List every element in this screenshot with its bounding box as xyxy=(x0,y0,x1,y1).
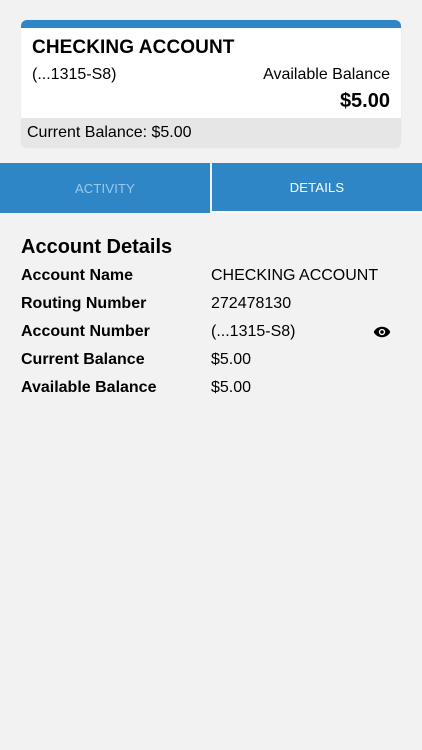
detail-row-current-balance: Current Balance $5.00 xyxy=(21,348,401,372)
detail-value: $5.00 xyxy=(211,379,252,396)
account-card[interactable]: CHECKING ACCOUNT (...1315-S8) Available … xyxy=(21,20,401,148)
detail-label: Current Balance xyxy=(21,351,145,368)
detail-row-available-balance: Available Balance $5.00 xyxy=(21,376,401,400)
detail-value: $5.00 xyxy=(211,351,252,368)
card-accent-bar xyxy=(21,20,401,28)
detail-value: 272478130 xyxy=(211,295,292,312)
tab-activity[interactable]: ACTIVITY xyxy=(0,163,210,213)
current-balance-footer: Current Balance: $5.00 xyxy=(21,118,401,148)
detail-row-account-number: Account Number (...1315-S8) xyxy=(21,320,401,344)
detail-label: Account Number xyxy=(21,323,150,340)
detail-value: (...1315-S8) xyxy=(211,323,296,340)
tab-bar: ACTIVITY DETAILS xyxy=(0,163,422,213)
available-balance-label: Available Balance xyxy=(263,66,390,83)
section-title: Account Details xyxy=(21,236,173,258)
available-balance-amount: $5.00 xyxy=(339,90,390,112)
detail-row-account-name: Account Name CHECKING ACCOUNT xyxy=(21,264,401,288)
tab-details[interactable]: DETAILS xyxy=(210,163,422,213)
detail-label: Available Balance xyxy=(21,379,157,396)
masked-account-number: (...1315-S8) xyxy=(32,66,117,83)
account-name: CHECKING ACCOUNT xyxy=(32,37,235,58)
detail-value: CHECKING ACCOUNT xyxy=(211,267,379,284)
account-details-screen: CHECKING ACCOUNT (...1315-S8) Available … xyxy=(0,0,422,750)
detail-label: Routing Number xyxy=(21,295,147,312)
detail-label: Account Name xyxy=(21,267,134,284)
eye-icon[interactable] xyxy=(373,323,391,341)
detail-row-routing-number: Routing Number 272478130 xyxy=(21,292,401,316)
